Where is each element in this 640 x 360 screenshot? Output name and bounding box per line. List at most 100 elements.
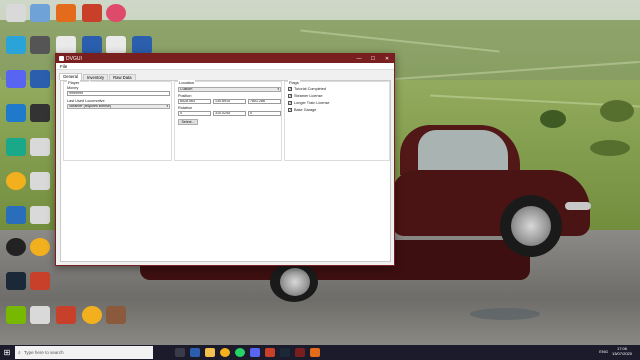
edge-icon[interactable] <box>190 348 200 357</box>
language-indicator[interactable]: ENG <box>599 349 608 354</box>
flag-label: Longer Train License <box>294 101 330 105</box>
last-loco-select[interactable]: Steamer (requires license) ▾ <box>67 104 170 109</box>
rotation-y-field[interactable]: 310.0245 <box>213 111 246 116</box>
document-icon[interactable] <box>30 138 50 156</box>
location-group: Location Custom ▾ Position 8428.063 130.… <box>174 80 282 161</box>
taskbar-pinned-apps <box>175 348 325 357</box>
maximize-button[interactable]: ☐ <box>366 54 380 63</box>
checkbox[interactable]: ✓ <box>288 101 292 105</box>
position-x-field[interactable]: 8428.063 <box>178 99 211 104</box>
desktop-app-icon[interactable] <box>6 36 26 54</box>
flag-tutorial-completed[interactable]: ✓ Tutorial Completed <box>288 87 326 91</box>
last-loco-value: Steamer (requires license) <box>69 104 112 108</box>
document-icon[interactable] <box>106 36 126 54</box>
document-icon[interactable] <box>30 206 50 224</box>
desktop-app-icon[interactable] <box>6 206 26 224</box>
word-icon[interactable] <box>82 36 102 54</box>
player-group-title: Player <box>67 80 81 85</box>
chrome-icon[interactable] <box>82 306 102 324</box>
location-preset-select[interactable]: Custom ▾ <box>178 87 281 92</box>
system-tray: ENG 17:06 13/07/2020 <box>599 346 632 356</box>
flag-steamer-license[interactable]: ✓ Steamer License <box>288 94 323 98</box>
desktop-app-icon[interactable] <box>6 238 26 256</box>
wallpaper-tree <box>540 110 566 128</box>
wallpaper-puddle <box>470 308 540 320</box>
desktop-app-icon[interactable] <box>6 138 26 156</box>
app-icon <box>59 56 64 61</box>
position-z-field[interactable]: 7801.286 <box>248 99 281 104</box>
steam-icon[interactable] <box>6 272 26 290</box>
general-tab-content: Player Money 9999999 Last Used Locomotiv… <box>60 80 391 262</box>
menu-file[interactable]: File <box>60 64 67 69</box>
task-view-icon[interactable] <box>175 348 185 357</box>
clock[interactable]: 17:06 13/07/2020 <box>611 346 632 356</box>
desktop-app-icon[interactable] <box>30 4 50 22</box>
flag-bake-garage[interactable]: ✓ Bake Garage <box>288 108 316 112</box>
dvgui-window: DVGUI — ☐ ✕ File General Inventory Raw D… <box>55 53 395 266</box>
player-group: Player Money 9999999 Last Used Locomotiv… <box>63 80 172 161</box>
flags-group: Flags ✓ Tutorial Completed ✓ Steamer Lic… <box>284 80 390 161</box>
discord-icon[interactable] <box>6 70 26 88</box>
rotation-z-field[interactable]: 0 <box>248 111 281 116</box>
discord-icon[interactable] <box>250 348 260 357</box>
select-location-button[interactable]: Select... <box>178 119 198 125</box>
nvidia-icon[interactable] <box>6 306 26 324</box>
powerpoint-icon[interactable] <box>56 306 76 324</box>
window-titlebar[interactable]: DVGUI — ☐ ✕ <box>56 54 394 63</box>
file-explorer-icon[interactable] <box>205 348 215 357</box>
whatsapp-icon[interactable] <box>235 348 245 357</box>
word-icon[interactable] <box>30 70 50 88</box>
location-preset-value: Custom <box>180 87 193 91</box>
menubar: File <box>56 63 394 70</box>
desktop-app-icon[interactable] <box>30 36 50 54</box>
app-icon[interactable] <box>310 348 320 357</box>
app-icon[interactable] <box>265 348 275 357</box>
car-rear-rim <box>280 268 310 296</box>
checkbox[interactable]: ✓ <box>288 87 292 91</box>
chrome-icon[interactable] <box>30 238 50 256</box>
location-group-title: Location <box>178 80 196 85</box>
window-controls: — ☐ ✕ <box>352 54 394 63</box>
powerpoint-icon[interactable] <box>82 4 102 22</box>
rotation-label: Rotation <box>178 106 193 110</box>
desktop-app-icon[interactable] <box>106 4 126 22</box>
chrome-icon[interactable] <box>6 172 26 190</box>
clock-date: 13/07/2020 <box>611 350 632 356</box>
position-label: Position <box>178 94 192 98</box>
window-title: DVGUI <box>66 55 82 62</box>
tab-general[interactable]: General <box>59 73 82 80</box>
car-front-rim <box>511 206 551 246</box>
chrome-icon[interactable] <box>220 348 230 357</box>
desktop-app-icon[interactable] <box>30 104 50 122</box>
dvgui-taskbar-icon[interactable] <box>295 348 305 357</box>
flag-label: Bake Garage <box>294 108 317 112</box>
document-icon[interactable] <box>30 172 50 190</box>
flags-group-title: Flags <box>288 80 300 85</box>
taskbar: ⊞ ⌕ Type here to search ENG 17:06 13/07/… <box>0 345 640 360</box>
start-button[interactable]: ⊞ <box>0 345 14 360</box>
flag-label: Tutorial Completed <box>294 87 326 91</box>
rotation-x-field[interactable]: 0 <box>178 111 211 116</box>
money-field[interactable]: 9999999 <box>67 91 170 96</box>
position-y-field[interactable]: 130.6915 <box>213 99 246 104</box>
wallpaper-bush <box>590 140 630 156</box>
desktop-app-icon[interactable] <box>56 4 76 22</box>
powerpoint-icon[interactable] <box>30 272 50 290</box>
recycle-bin-icon[interactable] <box>6 4 26 22</box>
close-button[interactable]: ✕ <box>380 54 394 63</box>
desktop-app-icon[interactable] <box>106 306 126 324</box>
steam-icon[interactable] <box>280 348 290 357</box>
desktop-app-icon[interactable] <box>6 104 26 122</box>
flag-longer-train-license[interactable]: ✓ Longer Train License <box>288 101 329 105</box>
document-icon[interactable] <box>56 36 76 54</box>
checkbox[interactable]: ✓ <box>288 108 292 112</box>
word-icon[interactable] <box>132 36 152 54</box>
minimize-button[interactable]: — <box>352 54 366 63</box>
document-icon[interactable] <box>30 306 50 324</box>
taskbar-search[interactable]: ⌕ Type here to search <box>15 346 153 359</box>
checkbox[interactable]: ✓ <box>288 94 292 98</box>
mouse-cursor <box>89 80 92 89</box>
car-bumper <box>565 202 591 210</box>
wallpaper-bush <box>600 100 634 122</box>
last-loco-label: Last Used Locomotive <box>67 99 105 103</box>
